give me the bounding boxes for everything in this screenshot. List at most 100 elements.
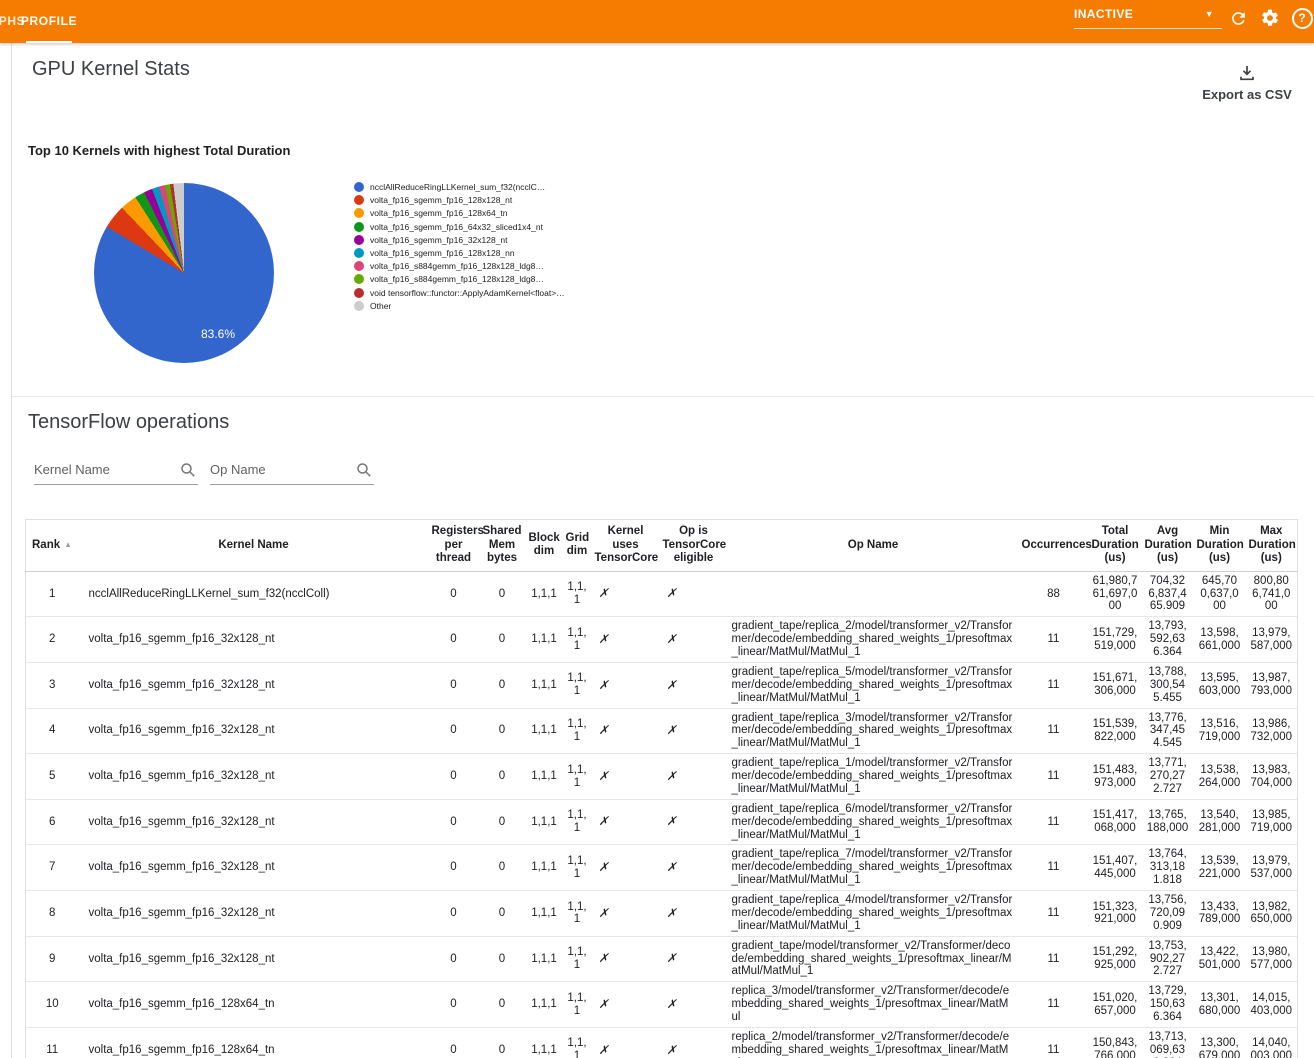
tab-profile[interactable]: PROFILE (26, 0, 72, 43)
cell-op_name: gradient_tape/replica_3/model/transforme… (728, 708, 1019, 754)
cell-op_name (728, 571, 1019, 617)
cell-min: 645,700,637,000 (1194, 571, 1246, 617)
cell-uses_tensorcore: ✗ (592, 617, 660, 663)
cell-rank: 2 (26, 617, 79, 663)
cell-rank: 11 (26, 1027, 79, 1058)
table-row: 4volta_fp16_sgemm_fp16_32x128_nt001,1,11… (26, 708, 1298, 754)
cell-max: 14,040,003,000 (1246, 1027, 1298, 1058)
cell-min: 13,598,661,000 (1194, 617, 1246, 663)
legend-label: volta_fp16_s884gemm_fp16_128x128_ldg8… (370, 274, 544, 284)
col-header-max[interactable]: Max Duration (us) (1246, 520, 1298, 572)
help-icon[interactable]: ? (1291, 7, 1313, 29)
cell-block_dim: 1,1,1 (526, 662, 563, 708)
cell-avg: 13,764,313,181.818 (1142, 845, 1194, 891)
cell-max: 13,980,577,000 (1246, 936, 1298, 982)
legend-item[interactable]: void tensorflow::functor::ApplyAdamKerne… (354, 288, 566, 298)
legend-item[interactable]: volta_fp16_s884gemm_fp16_128x128_ldg8… (354, 261, 566, 271)
legend-item[interactable]: Other (354, 301, 566, 311)
cell-total: 151,729,519,000 (1089, 617, 1142, 663)
cell-grid_dim: 1,1,1 (563, 571, 592, 617)
table-header-row: Rank▲Kernel NameRegisters per threadShar… (26, 520, 1298, 572)
cell-shared_mem: 0 (479, 571, 526, 617)
legend-item[interactable]: volta_fp16_s884gemm_fp16_128x128_ldg8… (354, 274, 566, 284)
table-row: 8volta_fp16_sgemm_fp16_32x128_nt001,1,11… (26, 891, 1298, 937)
legend-color-dot (354, 235, 364, 245)
cell-op_name: replica_2/model/transformer_v2/Transform… (728, 1027, 1019, 1058)
col-header-registers[interactable]: Registers per thread (429, 520, 479, 572)
legend-item[interactable]: volta_fp16_sgemm_fp16_128x128_nn (354, 248, 566, 258)
col-header-rank[interactable]: Rank▲ (26, 520, 79, 572)
cell-op_name: gradient_tape/replica_5/model/transforme… (728, 662, 1019, 708)
cell-shared_mem: 0 (479, 936, 526, 982)
cell-tensorcore_eligible: ✗ (660, 617, 728, 663)
pie-chart[interactable]: 83.6% (94, 183, 274, 363)
legend-label: volta_fp16_sgemm_fp16_128x128_nn (370, 248, 515, 258)
cell-avg: 13,713,069,636.364 (1142, 1027, 1194, 1058)
legend-item[interactable]: volta_fp16_sgemm_fp16_128x64_tn (354, 208, 566, 218)
op-name-input[interactable] (210, 458, 374, 485)
export-csv-button[interactable]: Export as CSV (1195, 64, 1299, 104)
cell-tensorcore_eligible: ✗ (660, 571, 728, 617)
kernel-name-input[interactable] (34, 458, 198, 485)
cell-rank: 1 (26, 571, 79, 617)
table-row: 6volta_fp16_sgemm_fp16_32x128_nt001,1,11… (26, 799, 1298, 845)
cell-tensorcore_eligible: ✗ (660, 891, 728, 937)
legend-label: volta_fp16_sgemm_fp16_128x64_tn (370, 208, 508, 218)
cell-kernel: volta_fp16_sgemm_fp16_128x64_tn (79, 982, 429, 1028)
gear-icon[interactable] (1259, 7, 1281, 29)
col-header-total[interactable]: Total Duration (us) (1089, 520, 1142, 572)
cell-total: 151,407,445,000 (1089, 845, 1142, 891)
col-header-uses_tensorcore[interactable]: Kernel uses TensorCore (592, 520, 660, 572)
cell-occurrences: 11 (1019, 845, 1089, 891)
cell-grid_dim: 1,1,1 (563, 708, 592, 754)
legend-color-dot (354, 288, 364, 298)
col-header-avg[interactable]: Avg Duration (us) (1142, 520, 1194, 572)
cell-uses_tensorcore: ✗ (592, 754, 660, 800)
cell-op_name: replica_3/model/transformer_v2/Transform… (728, 982, 1019, 1028)
cell-grid_dim: 1,1,1 (563, 799, 592, 845)
cell-max: 13,983,704,000 (1246, 754, 1298, 800)
cell-occurrences: 11 (1019, 1027, 1089, 1058)
col-header-occurrences[interactable]: Occurrences (1019, 520, 1089, 572)
cell-avg: 704,326,837,465.909 (1142, 571, 1194, 617)
cell-tensorcore_eligible: ✗ (660, 982, 728, 1028)
col-header-op_name[interactable]: Op Name (728, 520, 1019, 572)
cell-tensorcore_eligible: ✗ (660, 662, 728, 708)
table-row: 9volta_fp16_sgemm_fp16_32x128_nt001,1,11… (26, 936, 1298, 982)
cell-shared_mem: 0 (479, 617, 526, 663)
col-header-shared_mem[interactable]: Shared Mem bytes (479, 520, 526, 572)
table-row: 1ncclAllReduceRingLLKernel_sum_f32(ncclC… (26, 571, 1298, 617)
col-header-tensorcore_eligible[interactable]: Op is TensorCore eligible (660, 520, 728, 572)
cell-registers: 0 (429, 662, 479, 708)
help-icon-glyph: ? (1292, 8, 1313, 29)
legend-item[interactable]: volta_fp16_sgemm_fp16_128x128_nt (354, 195, 566, 205)
table-row: 2volta_fp16_sgemm_fp16_32x128_nt001,1,11… (26, 617, 1298, 663)
cell-occurrences: 88 (1019, 571, 1089, 617)
cell-total: 151,671,306,000 (1089, 662, 1142, 708)
cell-tensorcore_eligible: ✗ (660, 845, 728, 891)
cell-kernel: volta_fp16_sgemm_fp16_32x128_nt (79, 936, 429, 982)
cell-grid_dim: 1,1,1 (563, 891, 592, 937)
table-row: 7volta_fp16_sgemm_fp16_32x128_nt001,1,11… (26, 845, 1298, 891)
legend-item[interactable]: ncclAllReduceRingLLKernel_sum_f32(ncclC… (354, 182, 566, 192)
run-status-select[interactable]: INACTIVE ▼ (1074, 7, 1222, 29)
cell-shared_mem: 0 (479, 982, 526, 1028)
legend-item[interactable]: volta_fp16_sgemm_fp16_64x32_sliced1x4_nt (354, 222, 566, 232)
cell-registers: 0 (429, 754, 479, 800)
cell-registers: 0 (429, 936, 479, 982)
legend-label: volta_fp16_sgemm_fp16_128x128_nt (370, 195, 512, 205)
col-header-min[interactable]: Min Duration (us) (1194, 520, 1246, 572)
cell-min: 13,540,281,000 (1194, 799, 1246, 845)
cell-uses_tensorcore: ✗ (592, 1027, 660, 1058)
cell-occurrences: 11 (1019, 662, 1089, 708)
cell-min: 13,422,501,000 (1194, 936, 1246, 982)
cell-block_dim: 1,1,1 (526, 845, 563, 891)
cell-avg: 13,771,270,272.727 (1142, 754, 1194, 800)
col-header-grid_dim[interactable]: Grid dim (563, 520, 592, 572)
legend-item[interactable]: volta_fp16_sgemm_fp16_32x128_nt (354, 235, 566, 245)
col-header-block_dim[interactable]: Block dim (526, 520, 563, 572)
refresh-icon[interactable] (1227, 7, 1249, 29)
col-header-kernel[interactable]: Kernel Name (79, 520, 429, 572)
cell-registers: 0 (429, 891, 479, 937)
cell-total: 151,020,657,000 (1089, 982, 1142, 1028)
